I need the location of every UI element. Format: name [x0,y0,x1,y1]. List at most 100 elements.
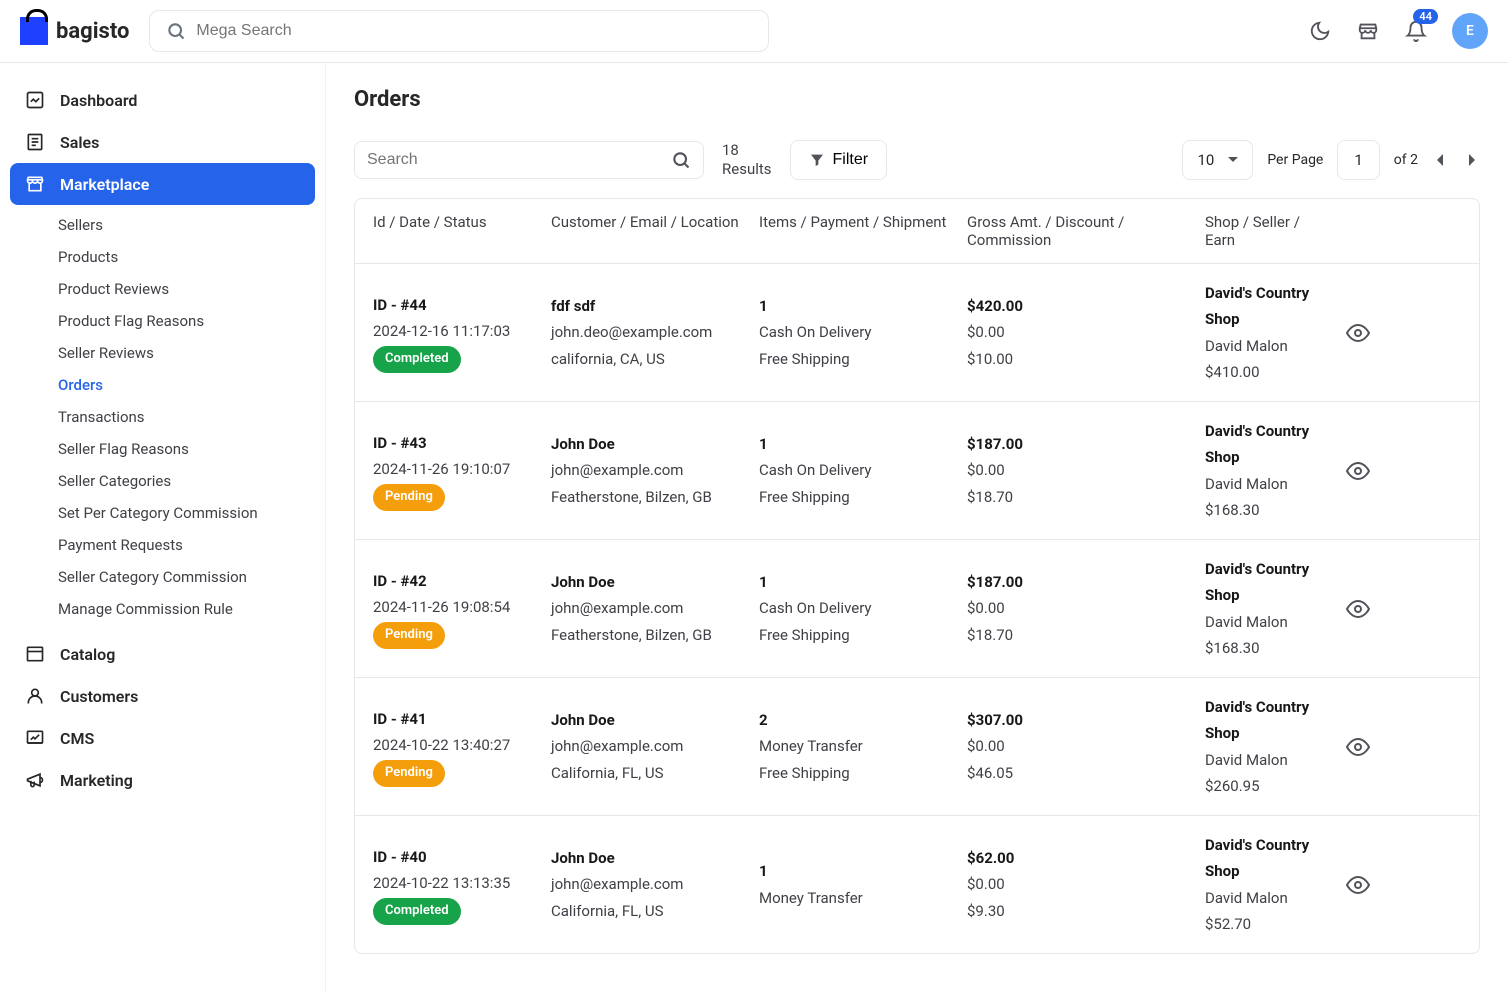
toolbar: 18Results Filter 10 Per Page 1 of 2 [354,140,1480,180]
table-search[interactable] [354,141,704,179]
eye-icon [1346,597,1370,621]
mega-search-input[interactable] [196,22,752,40]
cell-customer: fdf sdfjohn.deo@example.comcalifornia, C… [551,293,751,372]
nav-label: Marketing [60,771,133,790]
subnav-manage-commission-rule[interactable]: Manage Commission Rule [10,593,315,625]
avatar-initial: E [1466,23,1474,39]
page-total: of 2 [1394,152,1418,168]
subnav-seller-category-commission[interactable]: Seller Category Commission [10,561,315,593]
subnav-orders[interactable]: Orders [10,369,315,401]
table-row: ID - #442024-12-16 11:17:03Completedfdf … [355,264,1479,402]
eye-icon [1346,459,1370,483]
col-customer[interactable]: Customer / Email / Location [551,213,751,249]
search-icon [671,150,691,170]
dashboard-icon [24,89,46,111]
table-search-input[interactable] [367,151,671,169]
nav-label: Catalog [60,645,115,664]
store-icon[interactable] [1356,19,1380,43]
subnav-product-flag-reasons[interactable]: Product Flag Reasons [10,305,315,337]
per-page-label: Per Page [1267,152,1323,168]
status-badge: Pending [373,484,445,511]
cell-id: ID - #432024-11-26 19:10:07Pending [373,430,543,511]
table-row: ID - #412024-10-22 13:40:27PendingJohn D… [355,678,1479,816]
view-order-button[interactable] [1346,873,1370,897]
view-order-button[interactable] [1346,735,1370,759]
mega-search[interactable] [149,10,769,52]
subnav-payment-requests[interactable]: Payment Requests [10,529,315,561]
eye-icon [1346,321,1370,345]
bag-icon [20,17,48,45]
col-shop[interactable]: Shop / Seller / Earn [1205,213,1325,249]
table-header: Id / Date / Status Customer / Email / Lo… [355,199,1479,264]
subnav-seller-reviews[interactable]: Seller Reviews [10,337,315,369]
subnav-products[interactable]: Products [10,241,315,273]
brand-name: bagisto [56,19,129,44]
cms-icon [24,727,46,749]
eye-icon [1346,735,1370,759]
cell-shop: David's Country ShopDavid Malon$260.95 [1205,694,1325,799]
cell-id: ID - #442024-12-16 11:17:03Completed [373,292,543,373]
nav-label: Customers [60,687,138,706]
status-badge: Completed [373,898,461,925]
cell-customer: John Doejohn@example.comCalifornia, FL, … [551,845,751,924]
nav-marketplace[interactable]: Marketplace [10,163,315,205]
nav-label: Sales [60,133,99,152]
col-amounts[interactable]: Gross Amt. / Discount / Commission [967,213,1197,249]
cell-items: 1Cash On DeliveryFree Shipping [759,293,959,372]
marketplace-submenu: Sellers Products Product Reviews Product… [10,205,315,633]
table-row: ID - #432024-11-26 19:10:07PendingJohn D… [355,402,1479,540]
prev-page-button[interactable] [1432,150,1450,170]
nav-customers[interactable]: Customers [10,675,315,717]
subnav-seller-flag-reasons[interactable]: Seller Flag Reasons [10,433,315,465]
next-page-button[interactable] [1462,150,1480,170]
notifications-button[interactable]: 44 [1404,19,1428,43]
filter-button[interactable]: Filter [790,140,888,180]
subnav-seller-categories[interactable]: Seller Categories [10,465,315,497]
col-id-date-status[interactable]: Id / Date / Status [373,213,543,249]
nav-marketing[interactable]: Marketing [10,759,315,801]
sales-icon [24,131,46,153]
cell-items: 2Money TransferFree Shipping [759,707,959,786]
per-page-value: 10 [1197,151,1214,169]
eye-icon [1346,873,1370,897]
brand-logo[interactable]: bagisto [20,17,129,45]
nav-cms[interactable]: CMS [10,717,315,759]
view-order-button[interactable] [1346,459,1370,483]
nav-sales[interactable]: Sales [10,121,315,163]
status-badge: Completed [373,346,461,373]
main-content: Orders 18Results Filter 10 Per Page 1 o [326,63,1508,993]
view-order-button[interactable] [1346,321,1370,345]
col-items[interactable]: Items / Payment / Shipment [759,213,959,249]
pagination-controls: 10 Per Page 1 of 2 [1182,140,1480,180]
table-row: ID - #422024-11-26 19:08:54PendingJohn D… [355,540,1479,678]
cell-shop: David's Country ShopDavid Malon$168.30 [1205,556,1325,661]
cell-shop: David's Country ShopDavid Malon$410.00 [1205,280,1325,385]
cell-id: ID - #412024-10-22 13:40:27Pending [373,706,543,787]
page-current[interactable]: 1 [1337,140,1379,180]
nav-label: Dashboard [60,91,137,110]
view-order-button[interactable] [1346,597,1370,621]
notification-badge: 44 [1413,9,1438,24]
dark-mode-toggle[interactable] [1308,19,1332,43]
marketplace-icon [24,173,46,195]
nav-dashboard[interactable]: Dashboard [10,79,315,121]
cell-amounts: $187.00$0.00$18.70 [967,569,1197,648]
cell-customer: John Doejohn@example.comFeatherstone, Bi… [551,569,751,648]
cell-amounts: $187.00$0.00$18.70 [967,431,1197,510]
nav-label: Marketplace [60,175,149,194]
cell-amounts: $307.00$0.00$46.05 [967,707,1197,786]
subnav-transactions[interactable]: Transactions [10,401,315,433]
cell-shop: David's Country ShopDavid Malon$52.70 [1205,832,1325,937]
user-avatar[interactable]: E [1452,13,1488,49]
per-page-select[interactable]: 10 [1182,140,1253,180]
filter-label: Filter [833,151,869,169]
subnav-set-per-category-commission[interactable]: Set Per Category Commission [10,497,315,529]
cell-amounts: $62.00$0.00$9.30 [967,845,1197,924]
catalog-icon [24,643,46,665]
customers-icon [24,685,46,707]
subnav-product-reviews[interactable]: Product Reviews [10,273,315,305]
nav-catalog[interactable]: Catalog [10,633,315,675]
cell-id: ID - #422024-11-26 19:08:54Pending [373,568,543,649]
search-icon [166,21,186,41]
subnav-sellers[interactable]: Sellers [10,209,315,241]
